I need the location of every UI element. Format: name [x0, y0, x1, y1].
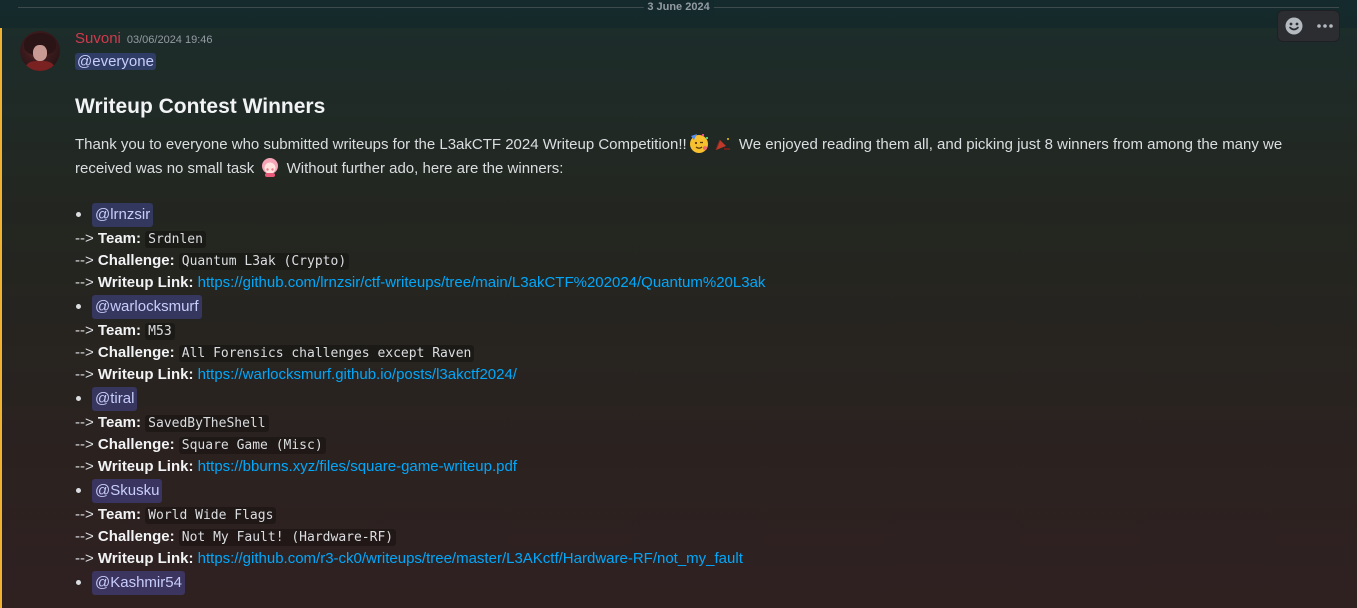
challenge-value: Square Game (Misc): [178, 437, 326, 454]
bullet: [76, 304, 81, 309]
winner-entry: @tiral --> Team: SavedByTheShell --> Cha…: [75, 386, 1327, 478]
challenge-value: Quantum L3ak (Crypto): [178, 253, 350, 270]
bullet: [76, 212, 81, 217]
writeup-line: --> Writeup Link: https://warlocksmurf.g…: [75, 364, 1327, 386]
writeup-key: Writeup Link:: [97, 550, 194, 567]
challenge-value: Not My Fault! (Hardware-RF): [178, 529, 397, 546]
winner-mention[interactable]: @warlocksmurf: [92, 295, 202, 319]
partying-face-emoji[interactable]: [688, 132, 710, 154]
team-key: Team:: [97, 230, 141, 247]
team-line: --> Team: Srdnlen: [75, 228, 1327, 250]
challenge-line: --> Challenge: Not My Fault! (Hardware-R…: [75, 526, 1327, 548]
team-key: Team:: [97, 506, 141, 523]
winner-entry: @Kashmir54: [75, 570, 1327, 596]
team-line: --> Team: SavedByTheShell: [75, 412, 1327, 434]
arrow: -->: [75, 414, 94, 431]
team-line: --> Team: M53: [75, 320, 1327, 342]
challenge-line: --> Challenge: All Forensics challenges …: [75, 342, 1327, 364]
mention-highlight-bar: [0, 28, 2, 608]
challenge-value: All Forensics challenges except Raven: [178, 345, 475, 362]
everyone-line: @everyone: [75, 52, 1327, 72]
challenge-line: --> Challenge: Square Game (Misc): [75, 434, 1327, 456]
arrow: -->: [75, 458, 94, 475]
bullet: [76, 396, 81, 401]
arrow: -->: [75, 506, 94, 523]
winner-mention-row: @lrnzsir: [75, 202, 1327, 228]
arrow: -->: [75, 274, 94, 291]
arrow: -->: [75, 344, 94, 361]
date-label: 3 June 2024: [643, 0, 714, 15]
arrow: -->: [75, 322, 94, 339]
challenge-key: Challenge:: [97, 252, 175, 269]
blushing-character-emoji[interactable]: [259, 156, 281, 178]
writeup-key: Writeup Link:: [97, 458, 194, 475]
arrow: -->: [75, 252, 94, 269]
writeup-key: Writeup Link:: [97, 366, 194, 383]
author-username[interactable]: Suvoni: [75, 30, 121, 47]
winners-list: @lrnzsir --> Team: Srdnlen --> Challenge…: [75, 202, 1327, 596]
challenge-line: --> Challenge: Quantum L3ak (Crypto): [75, 250, 1327, 272]
writeup-link[interactable]: https://bburns.xyz/files/square-game-wri…: [198, 458, 517, 475]
winner-mention[interactable]: @Skusku: [92, 479, 163, 503]
winner-entry: @lrnzsir --> Team: Srdnlen --> Challenge…: [75, 202, 1327, 294]
writeup-line: --> Writeup Link: https://bburns.xyz/fil…: [75, 456, 1327, 478]
avatar-face: [33, 45, 47, 61]
winner-entry: @warlocksmurf --> Team: M53 --> Challeng…: [75, 294, 1327, 386]
winner-mention-row: @Kashmir54: [75, 570, 1327, 596]
party-horn-emoji[interactable]: [712, 132, 734, 154]
message-content: Suvoni 03/06/2024 19:46 @everyone Writeu…: [75, 30, 1327, 596]
arrow: -->: [75, 436, 94, 453]
winner-entry: @Skusku --> Team: World Wide Flags --> C…: [75, 478, 1327, 570]
bullet: [76, 488, 81, 493]
team-key: Team:: [97, 322, 141, 339]
winner-mention[interactable]: @lrnzsir: [92, 203, 154, 227]
writeup-key: Writeup Link:: [97, 274, 194, 291]
arrow: -->: [75, 230, 94, 247]
message-header: Suvoni 03/06/2024 19:46: [75, 30, 1327, 48]
arrow: -->: [75, 366, 94, 383]
writeup-link[interactable]: https://warlocksmurf.github.io/posts/l3a…: [198, 366, 517, 383]
avatar[interactable]: [20, 31, 60, 71]
arrow: -->: [75, 528, 94, 545]
writeup-line: --> Writeup Link: https://github.com/lrn…: [75, 272, 1327, 294]
intro-paragraph: Thank you to everyone who submitted writ…: [75, 132, 1315, 180]
challenge-key: Challenge:: [97, 436, 175, 453]
winner-mention[interactable]: @tiral: [92, 387, 138, 411]
team-value: Srdnlen: [145, 231, 206, 248]
writeup-link[interactable]: https://github.com/r3-ck0/writeups/tree/…: [198, 550, 743, 567]
bullet: [76, 580, 81, 585]
winner-mention-row: @warlocksmurf: [75, 294, 1327, 320]
team-value: World Wide Flags: [145, 507, 277, 524]
intro-text-3: Without further ado, here are the winner…: [282, 160, 564, 177]
everyone-mention[interactable]: @everyone: [75, 53, 156, 70]
team-line: --> Team: World Wide Flags: [75, 504, 1327, 526]
team-value: M53: [145, 323, 175, 340]
writeup-line: --> Writeup Link: https://github.com/r3-…: [75, 548, 1327, 570]
team-value: SavedByTheShell: [145, 415, 269, 432]
winner-mention-row: @tiral: [75, 386, 1327, 412]
message-heading: Writeup Contest Winners: [75, 95, 326, 118]
writeup-link[interactable]: https://github.com/lrnzsir/ctf-writeups/…: [198, 274, 766, 291]
winner-mention-row: @Skusku: [75, 478, 1327, 504]
winner-mention[interactable]: @Kashmir54: [92, 571, 185, 595]
date-divider: 3 June 2024: [18, 0, 1339, 16]
challenge-key: Challenge:: [97, 344, 175, 361]
avatar-clothing: [26, 61, 54, 71]
arrow: -->: [75, 550, 94, 567]
team-key: Team:: [97, 414, 141, 431]
intro-text-1: Thank you to everyone who submitted writ…: [75, 136, 687, 153]
challenge-key: Challenge:: [97, 528, 175, 545]
message-timestamp[interactable]: 03/06/2024 19:46: [127, 34, 213, 46]
